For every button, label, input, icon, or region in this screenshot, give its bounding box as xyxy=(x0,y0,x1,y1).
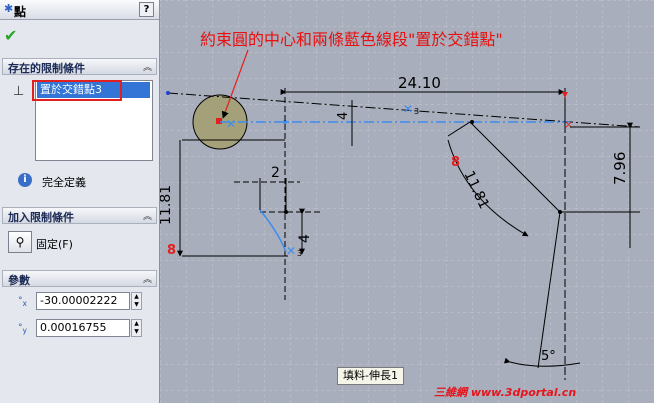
dim-796[interactable]: 7.96 xyxy=(611,152,629,185)
grid xyxy=(160,0,654,403)
dim-5deg[interactable]: 5° xyxy=(541,349,556,364)
intersection-marker: ✕ xyxy=(226,117,236,131)
x-coordinate-input[interactable]: -30.00002222 xyxy=(36,292,130,310)
y-sub: y xyxy=(22,325,27,335)
pm-title: 點 xyxy=(14,5,27,19)
add-relations-header[interactable]: 加入限制條件 ︽ xyxy=(2,207,157,224)
point[interactable] xyxy=(470,120,474,124)
parameters-header[interactable]: 參數 ︽ xyxy=(2,270,157,287)
relation-highlight-box xyxy=(32,80,122,101)
sketch-svg[interactable]: ✕ ✕ 3 24.10 × 4 7.96 11.81 8 2 4 ✕ 3 11.… xyxy=(160,0,654,403)
parameters-label: 參數 xyxy=(8,274,30,287)
marker-sub: 3 xyxy=(414,107,419,116)
point-icon: ✱ xyxy=(4,2,14,15)
x-coordinate-icon: °x xyxy=(18,296,27,308)
y-coordinate-icon: °y xyxy=(18,323,27,335)
pm-title-bar: ✱ 點 ? xyxy=(0,0,159,20)
property-manager: ✱ 點 ? ✔ 存在的限制條件 ︽ ⊥ 置於交錯點3 i 完全定義 加入限制條件… xyxy=(0,0,160,403)
x-spinner[interactable]: ▲ ▼ xyxy=(131,292,142,310)
red-fix-icon: 8 xyxy=(167,243,176,258)
dim-2[interactable]: 2 xyxy=(271,165,280,181)
red-fix-icon-2: 8 xyxy=(451,155,460,170)
existing-relations-header[interactable]: 存在的限制條件 ︽ xyxy=(2,58,157,75)
blue-x-marker: ✕ xyxy=(403,102,413,116)
collapse-icon[interactable]: ︽ xyxy=(143,272,152,285)
fix-relation-button[interactable]: ⚲ xyxy=(8,231,32,253)
line-endpoint[interactable] xyxy=(166,91,170,95)
point[interactable] xyxy=(284,210,288,214)
dim-4-top[interactable]: 4 xyxy=(336,112,351,120)
circle-center-point[interactable] xyxy=(216,118,222,124)
info-icon: i xyxy=(18,173,32,187)
y-spinner[interactable]: ▲ ▼ xyxy=(131,319,142,337)
collapse-icon[interactable]: ︽ xyxy=(143,60,152,73)
dim-1181-left[interactable]: 11.81 xyxy=(160,185,174,225)
watermark: 三維網 www.3dportal.cn xyxy=(434,386,577,399)
dim-2410[interactable]: 24.10 xyxy=(398,74,441,92)
annotation-text: 約束圓的中心和兩條藍色線段"置於交錯點" xyxy=(200,30,503,49)
add-relations-label: 加入限制條件 xyxy=(8,211,74,224)
y-coordinate-input[interactable]: 0.00016755 xyxy=(36,319,130,337)
feature-tooltip: 填料-伸長1 xyxy=(337,367,404,385)
dim-4-mid[interactable]: 4 xyxy=(297,234,313,243)
fix-relation-label: 固定(F) xyxy=(36,238,73,251)
relation-icon: ⊥ xyxy=(13,84,25,99)
sketch-canvas[interactable]: ✕ ✕ 3 24.10 × 4 7.96 11.81 8 2 4 ✕ 3 11.… xyxy=(160,0,654,403)
marker-sub: 3 xyxy=(297,249,302,258)
collapse-icon[interactable]: ︽ xyxy=(143,209,152,222)
help-button[interactable]: ? xyxy=(139,2,154,17)
ok-checkmark-button[interactable]: ✔ xyxy=(4,26,17,45)
definition-status: 完全定義 xyxy=(42,176,86,189)
blue-x-marker-2: ✕ xyxy=(286,244,296,258)
existing-relations-label: 存在的限制條件 xyxy=(8,62,85,75)
x-sub: x xyxy=(22,298,27,308)
